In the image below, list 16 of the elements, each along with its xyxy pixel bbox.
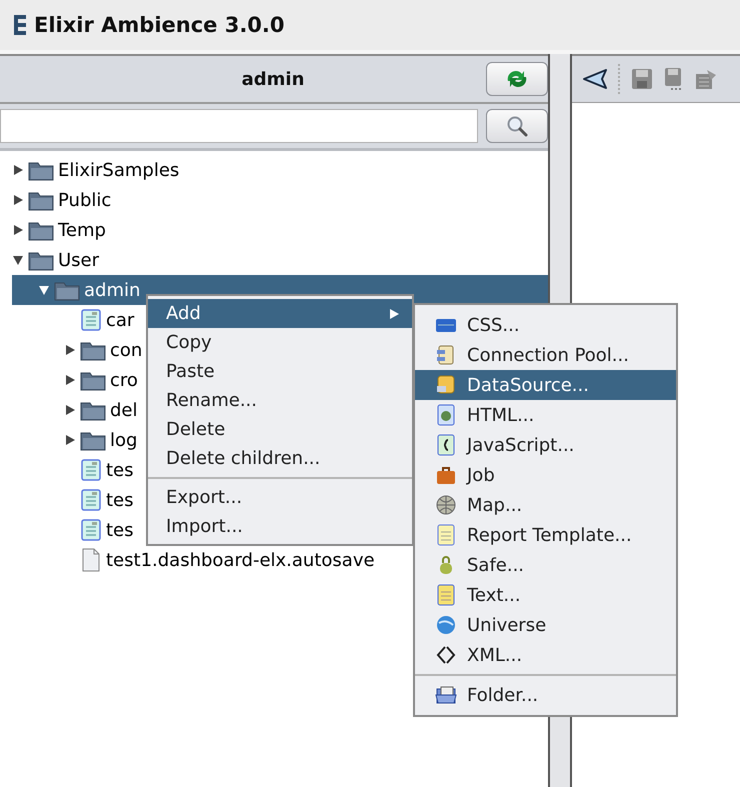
- window-title: Elixir Ambience 3.0.0: [34, 13, 285, 37]
- tree-item-label: admin: [84, 280, 140, 300]
- tree-item-label: tes: [106, 520, 134, 540]
- tree-item-label: Public: [58, 190, 112, 210]
- tree-item-label: ElixirSamples: [58, 160, 180, 180]
- tree-item-label: del: [110, 400, 138, 420]
- tree-item-label: cro: [110, 370, 138, 390]
- tree-item-label: car: [106, 310, 134, 330]
- panel-title: admin: [240, 68, 306, 90]
- tree-item-label: Temp: [58, 220, 106, 240]
- tree-item-label: test1.dashboard-elx.autosave: [106, 550, 375, 570]
- tree-item-label: con: [110, 340, 142, 360]
- tree-item-label: tes: [106, 460, 134, 480]
- tree-item-label: log: [110, 430, 138, 450]
- tree-item-label: User: [58, 250, 100, 270]
- tree-item-label: tes: [106, 490, 134, 510]
